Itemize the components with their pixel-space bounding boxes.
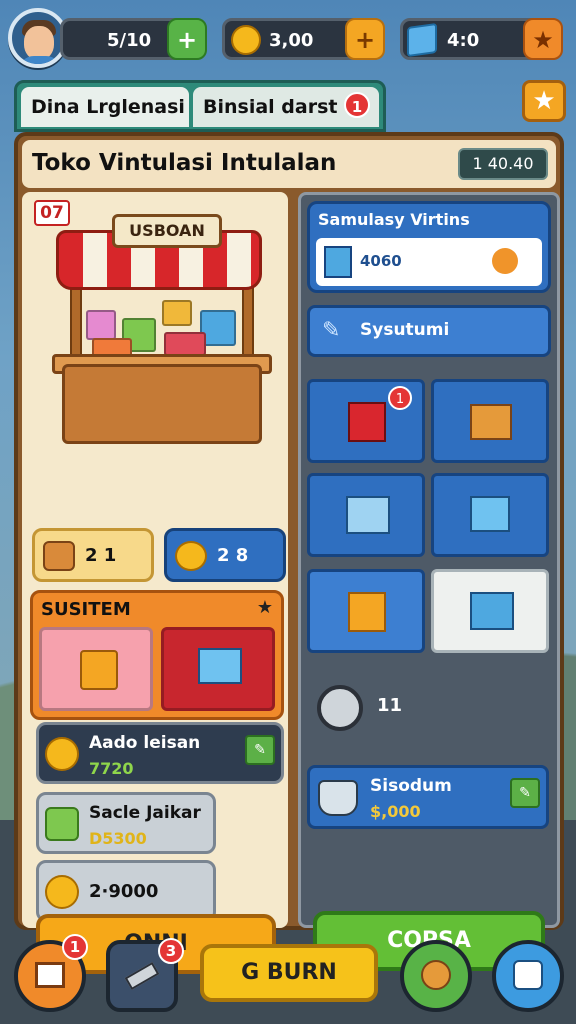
- goods-box: [164, 332, 206, 356]
- stall-counter: [62, 364, 262, 444]
- energy-counter: 5/10 +: [60, 18, 207, 60]
- panel-count: 1 40.40: [458, 148, 548, 180]
- coin-icon: [231, 25, 261, 55]
- goods-box: [86, 310, 116, 340]
- simulation-title: Samulasy Virtins: [318, 210, 470, 229]
- list-item[interactable]: 2·9000: [36, 860, 216, 922]
- fruit-icon: [492, 248, 518, 274]
- item-tile-cart[interactable]: [307, 473, 425, 557]
- pot-icon: [318, 780, 358, 816]
- coin-icon: [45, 737, 79, 771]
- gem-cube-icon: [324, 246, 352, 278]
- player-avatar[interactable]: [8, 8, 68, 68]
- cash-stack-icon: [45, 807, 79, 841]
- edit-icon[interactable]: ✎: [510, 778, 540, 808]
- shopping-bag-tile[interactable]: [39, 627, 153, 711]
- list-item[interactable]: Aado leisan 7720 ✎: [36, 722, 284, 784]
- dial-value: 11: [377, 695, 403, 716]
- item-tile-cart-ball[interactable]: [431, 473, 549, 557]
- wood-resource-chip[interactable]: 2 1: [32, 528, 154, 582]
- simulation-value-box: 4060: [316, 238, 542, 286]
- system-title: SUSITEM: [41, 599, 131, 620]
- dial-knob[interactable]: [317, 685, 363, 731]
- system-section: SUSITEM ★: [30, 590, 284, 720]
- shop-left-area: 07 USBOAN 2 1 2 8 SUSITEM ★ Aado leisan …: [22, 192, 288, 974]
- sisodum-amount: $,000: [370, 802, 421, 821]
- profile-icon: [513, 960, 543, 990]
- shopping-bag-icon: [80, 650, 118, 690]
- stall-post-left: [70, 284, 82, 364]
- coin-resource-chip[interactable]: 2 8: [164, 528, 286, 582]
- shop-right-area: Samulasy Virtins 4060 ✎ Sysutumi 1 11 Si…: [298, 192, 560, 971]
- grocery-cart-icon: [346, 496, 390, 534]
- red-box-icon: [348, 402, 386, 442]
- gem-counter: 4:0 ★: [400, 18, 563, 60]
- tab-bar: Dina Lrglenasi Binsial darst: [14, 80, 386, 132]
- tile-notification-badge: 1: [388, 386, 412, 410]
- stall-sign: USBOAN: [112, 214, 222, 248]
- coin-icon: [45, 875, 79, 909]
- shopping-cart-icon: [198, 648, 242, 684]
- item-tile-bag[interactable]: [307, 569, 425, 653]
- shopping-cart-icon: [470, 592, 514, 630]
- burn-button[interactable]: G BURN: [200, 944, 378, 1002]
- edit-icon[interactable]: ✎: [245, 735, 275, 765]
- tool-icon: ✎: [322, 318, 341, 343]
- simulation-value: 4060: [360, 252, 402, 270]
- list-item-amount: 7720: [89, 759, 134, 778]
- panel-header: Toko Vintulasi Intulalan 1 40.40: [22, 140, 556, 188]
- cart-ball-icon: [470, 496, 510, 532]
- avatar-shirt: [18, 56, 62, 64]
- item-tile-blue-cart[interactable]: [431, 569, 549, 653]
- gem-value: 4:0: [447, 30, 480, 51]
- home-icon: [35, 962, 65, 988]
- item-tile-red-box[interactable]: 1: [307, 379, 425, 463]
- wood-resource-value: 2 1: [85, 545, 117, 566]
- star-icon: ★: [256, 597, 273, 618]
- shop-panel: Toko Vintulasi Intulalan 1 40.40 07 USBO…: [14, 132, 564, 974]
- shopping-cart-tile[interactable]: [161, 627, 275, 711]
- profile-button[interactable]: [492, 940, 564, 1012]
- list-item-title: Sacle Jaikar: [89, 803, 201, 823]
- pet-button[interactable]: [400, 940, 472, 1012]
- hammer-icon: [124, 961, 160, 991]
- item-tile-fruit-basket[interactable]: [431, 379, 549, 463]
- home-badge: 1: [62, 934, 88, 960]
- energy-value: 5/10: [107, 30, 152, 51]
- gem-cube-icon: [407, 22, 437, 58]
- sisodum-item[interactable]: Sisodum $,000 ✎: [307, 765, 549, 829]
- market-stall-image[interactable]: USBOAN: [52, 214, 272, 444]
- stall-post-right: [242, 284, 254, 364]
- system-bar-label: Sysutumi: [360, 320, 450, 340]
- coin-icon: [175, 541, 207, 571]
- tab-notification-badge: 1: [344, 92, 370, 118]
- sisodum-title: Sisodum: [370, 776, 452, 796]
- fruit-basket-icon: [470, 404, 512, 440]
- pet-icon: [421, 960, 451, 990]
- add-energy-button[interactable]: +: [167, 18, 207, 60]
- list-item-amount: D5300: [89, 829, 147, 848]
- system-bar[interactable]: ✎ Sysutumi: [307, 305, 551, 357]
- shopping-bag-icon: [348, 592, 386, 632]
- coin-resource-value: 2 8: [217, 545, 249, 566]
- list-item-title: Aado leisan: [89, 733, 201, 753]
- tools-badge: 3: [158, 938, 184, 964]
- list-item-amount: 2·9000: [89, 881, 159, 902]
- add-coins-button[interactable]: +: [345, 18, 385, 60]
- favorite-star-button[interactable]: ★: [522, 80, 566, 122]
- tab-first[interactable]: Dina Lrglenasi: [21, 87, 189, 127]
- coin-value: 3,00: [269, 30, 314, 51]
- wood-block-icon: [43, 541, 75, 571]
- coin-counter: 3,00 +: [222, 18, 385, 60]
- simulation-box: Samulasy Virtins 4060: [307, 201, 551, 293]
- avatar-face: [24, 26, 54, 60]
- goods-box: [162, 300, 192, 326]
- gem-star-button[interactable]: ★: [523, 18, 563, 60]
- list-item[interactable]: Sacle Jaikar D5300: [36, 792, 216, 854]
- panel-title: Toko Vintulasi Intulalan: [32, 150, 337, 176]
